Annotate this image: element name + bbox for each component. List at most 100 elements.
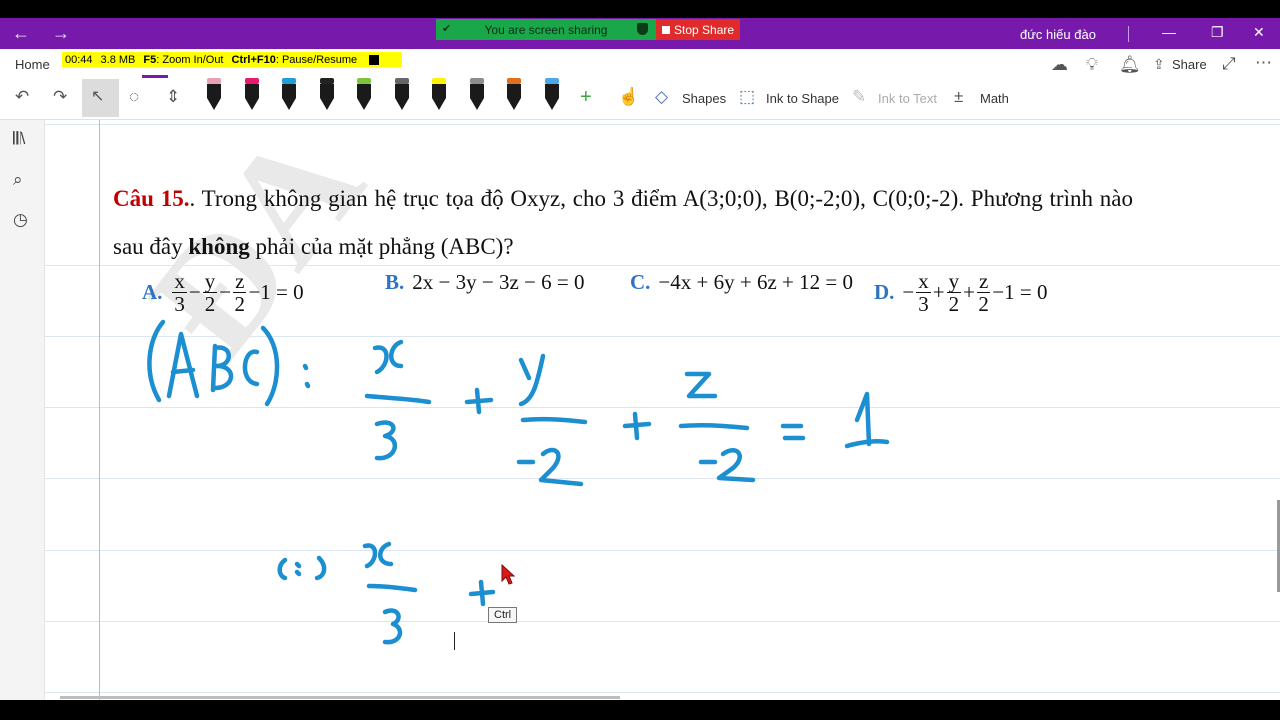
recent-clock-icon[interactable]: ◷ xyxy=(13,210,28,230)
pen-tip xyxy=(282,98,296,110)
share-icon[interactable]: ⇪ xyxy=(1153,56,1165,73)
ink-stroke xyxy=(516,447,584,487)
pen-7-icon[interactable] xyxy=(429,78,449,112)
pen-tip xyxy=(319,98,334,110)
zoom-hint-key: F5 xyxy=(143,53,157,66)
pen-body xyxy=(507,84,521,98)
type-select-tool[interactable]: ↖ xyxy=(82,79,119,117)
ink-stroke xyxy=(166,331,200,399)
pen-9-icon[interactable] xyxy=(504,78,524,112)
ink-stroke xyxy=(374,420,398,461)
add-pen-icon[interactable]: + xyxy=(580,86,592,109)
pen-tip xyxy=(469,98,484,110)
pen-body xyxy=(282,84,296,98)
note-canvas[interactable]: ĐA Câu 15.. Trong không gian hệ trục tọa… xyxy=(45,120,1280,700)
recording-time: 00:44 xyxy=(65,53,93,66)
add-space-icon[interactable]: ⇕ xyxy=(166,87,180,107)
pen-6-icon[interactable] xyxy=(392,78,412,112)
ink-stroke xyxy=(382,608,403,645)
undo-icon[interactable]: ↶ xyxy=(15,87,29,107)
pen-4-icon[interactable] xyxy=(317,78,337,112)
lasso-select-icon[interactable]: ◌ xyxy=(129,87,139,107)
ink-stroke xyxy=(844,391,890,449)
cursor-icon: ↖ xyxy=(91,88,105,105)
pen-tip xyxy=(432,98,446,110)
ink-to-shape-icon[interactable]: ⬚ xyxy=(739,87,755,107)
touch-draw-icon[interactable]: ☝ xyxy=(618,87,639,107)
lightbulb-icon[interactable]: 💡︎ xyxy=(1086,55,1098,75)
ink-to-text-icon: ✎ xyxy=(852,87,867,106)
redo-icon[interactable]: ↷ xyxy=(53,87,67,107)
notebooks-icon[interactable]: 𝄃𝄃\ xyxy=(13,129,25,149)
ink-stroke xyxy=(698,448,756,483)
ink-stroke xyxy=(684,371,718,399)
bottom-letterbox xyxy=(0,700,1280,720)
tab-home[interactable]: Home xyxy=(15,57,50,72)
pause-hint: Ctrl+F10: Pause/Resume xyxy=(231,53,358,66)
ribbon: Home 00:44 3.8 MB F5: Zoom In/Out Ctrl+F… xyxy=(0,49,1280,120)
ink-stroke xyxy=(366,583,418,593)
pen-body xyxy=(319,84,334,98)
expand-icon[interactable]: ⤢ xyxy=(1222,54,1236,74)
share-label[interactable]: Share xyxy=(1172,57,1207,72)
pen-body xyxy=(469,84,484,98)
horizontal-scrollbar[interactable] xyxy=(60,696,620,699)
pen-body xyxy=(244,84,259,98)
recorder-stop-icon[interactable] xyxy=(369,54,380,65)
zoom-hint: F5: Zoom In/Out xyxy=(143,53,224,66)
ctrl-tooltip: Ctrl xyxy=(488,607,518,623)
bell-icon[interactable]: 🔔︎ xyxy=(1119,55,1141,75)
pen-5-icon[interactable] xyxy=(354,78,374,112)
pen-tip xyxy=(394,98,409,110)
sync-icon[interactable]: ☁ xyxy=(1051,55,1068,75)
titlebar-divider xyxy=(1128,26,1129,42)
pen-2-icon[interactable] xyxy=(242,78,262,112)
shapes-button[interactable]: Shapes xyxy=(682,91,726,106)
ink-stroke xyxy=(468,579,496,607)
stop-share-button[interactable]: Stop Share xyxy=(656,19,740,40)
recorder-bar: 00:44 3.8 MB F5: Zoom In/Out Ctrl+F10: P… xyxy=(62,52,402,67)
ink-stroke xyxy=(362,541,394,569)
shield-icon xyxy=(637,23,648,35)
pen-tip xyxy=(507,98,521,110)
math-icon[interactable]: ± xyxy=(954,87,963,107)
back-arrow-icon[interactable]: ← xyxy=(12,24,30,42)
ink-stroke xyxy=(372,339,404,375)
close-icon[interactable]: ✕ xyxy=(1253,24,1265,41)
user-name[interactable]: đức hiếu đào xyxy=(1020,27,1096,42)
ink-stroke xyxy=(210,343,234,393)
pen-body xyxy=(544,84,559,98)
pen-8-icon[interactable] xyxy=(467,78,487,112)
ink-stroke xyxy=(464,387,494,415)
ink-stroke xyxy=(314,555,327,581)
navigation-sidebar: 𝄃𝄃\ ⌕ ◷ xyxy=(0,120,45,700)
pen-body xyxy=(394,84,409,98)
ink-to-text-button: Ink to Text xyxy=(878,91,938,106)
ink-stroke xyxy=(260,325,280,407)
ink-stroke xyxy=(622,411,652,441)
active-tool-indicator xyxy=(142,75,168,78)
recording-size: 3.8 MB xyxy=(100,53,136,66)
ink-stroke xyxy=(518,353,546,407)
ink-to-shape-button[interactable]: Ink to Shape xyxy=(766,91,839,106)
more-icon[interactable]: ⋯ xyxy=(1255,53,1272,73)
pen-1-icon[interactable] xyxy=(204,78,224,112)
screen-sharing-banner: ✔ You are screen sharing Stop Share xyxy=(436,19,740,40)
stop-share-label: Stop Share xyxy=(674,22,735,37)
handwritten-ink xyxy=(147,319,890,645)
zoom-hint-text: Zoom In/Out xyxy=(162,53,224,66)
restore-icon[interactable]: ❐ xyxy=(1211,24,1224,41)
pen-10-icon[interactable] xyxy=(542,78,562,112)
search-icon[interactable]: ⌕ xyxy=(13,170,23,190)
pen-tip xyxy=(207,98,221,110)
math-button[interactable]: Math xyxy=(980,91,1009,106)
shapes-icon[interactable]: ◇ xyxy=(655,87,668,107)
ink-stroke xyxy=(147,319,166,403)
pen-body xyxy=(207,84,221,98)
ink-stroke xyxy=(294,561,302,577)
pen-3-icon[interactable] xyxy=(279,78,299,112)
forward-arrow-icon[interactable]: → xyxy=(52,24,70,42)
minimize-icon[interactable]: — xyxy=(1162,24,1176,40)
pause-hint-key: Ctrl+F10 xyxy=(231,53,276,66)
stop-icon xyxy=(662,25,670,34)
